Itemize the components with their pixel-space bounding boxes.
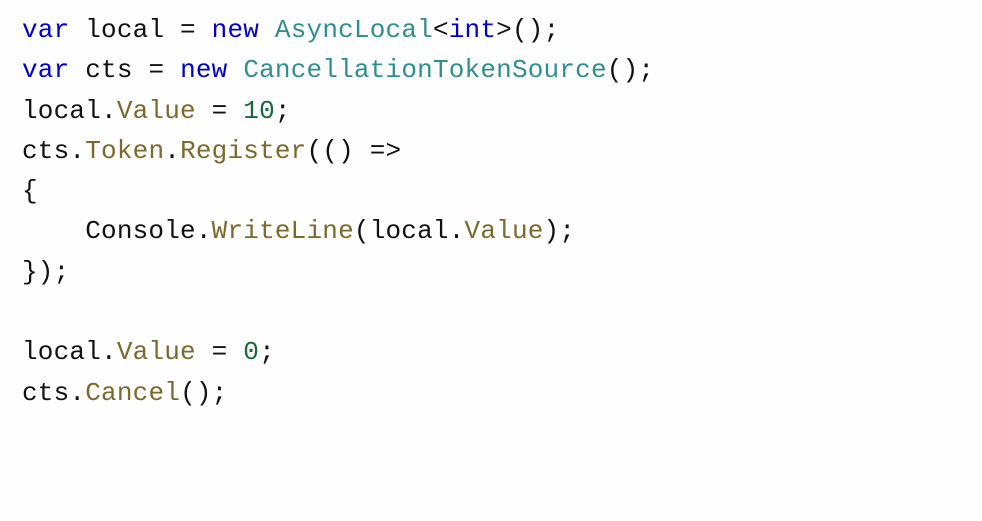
member-value: Value	[117, 96, 196, 126]
code-line-7: });	[22, 257, 69, 287]
code-block: var local = new AsyncLocal<int>(); var c…	[0, 0, 982, 423]
keyword-var: var	[22, 55, 69, 85]
member-value: Value	[465, 216, 544, 246]
member-token: Token	[85, 136, 164, 166]
code-line-5: {	[22, 176, 38, 206]
number-literal: 0	[243, 337, 259, 367]
keyword-var: var	[22, 15, 69, 45]
code-line-3: local.Value = 10;	[22, 96, 291, 126]
code-line-2: var cts = new CancellationTokenSource();	[22, 55, 654, 85]
code-line-9: local.Value = 0;	[22, 337, 275, 367]
identifier-console: Console	[85, 216, 196, 246]
code-line-6: Console.WriteLine(local.Value);	[22, 216, 575, 246]
keyword-int: int	[449, 15, 496, 45]
member-cancel: Cancel	[85, 378, 180, 408]
identifier-cts: cts	[85, 55, 132, 85]
keyword-new: new	[212, 15, 259, 45]
keyword-new: new	[180, 55, 227, 85]
number-literal: 10	[243, 96, 275, 126]
type-asynclocal: AsyncLocal	[275, 15, 433, 45]
member-value: Value	[117, 337, 196, 367]
member-register: Register	[180, 136, 306, 166]
code-line-10: cts.Cancel();	[22, 378, 227, 408]
member-writeline: WriteLine	[212, 216, 354, 246]
identifier-local: local	[85, 15, 164, 45]
code-line-4: cts.Token.Register(() =>	[22, 136, 401, 166]
code-line-1: var local = new AsyncLocal<int>();	[22, 15, 559, 45]
type-cancellationtokensource: CancellationTokenSource	[243, 55, 606, 85]
